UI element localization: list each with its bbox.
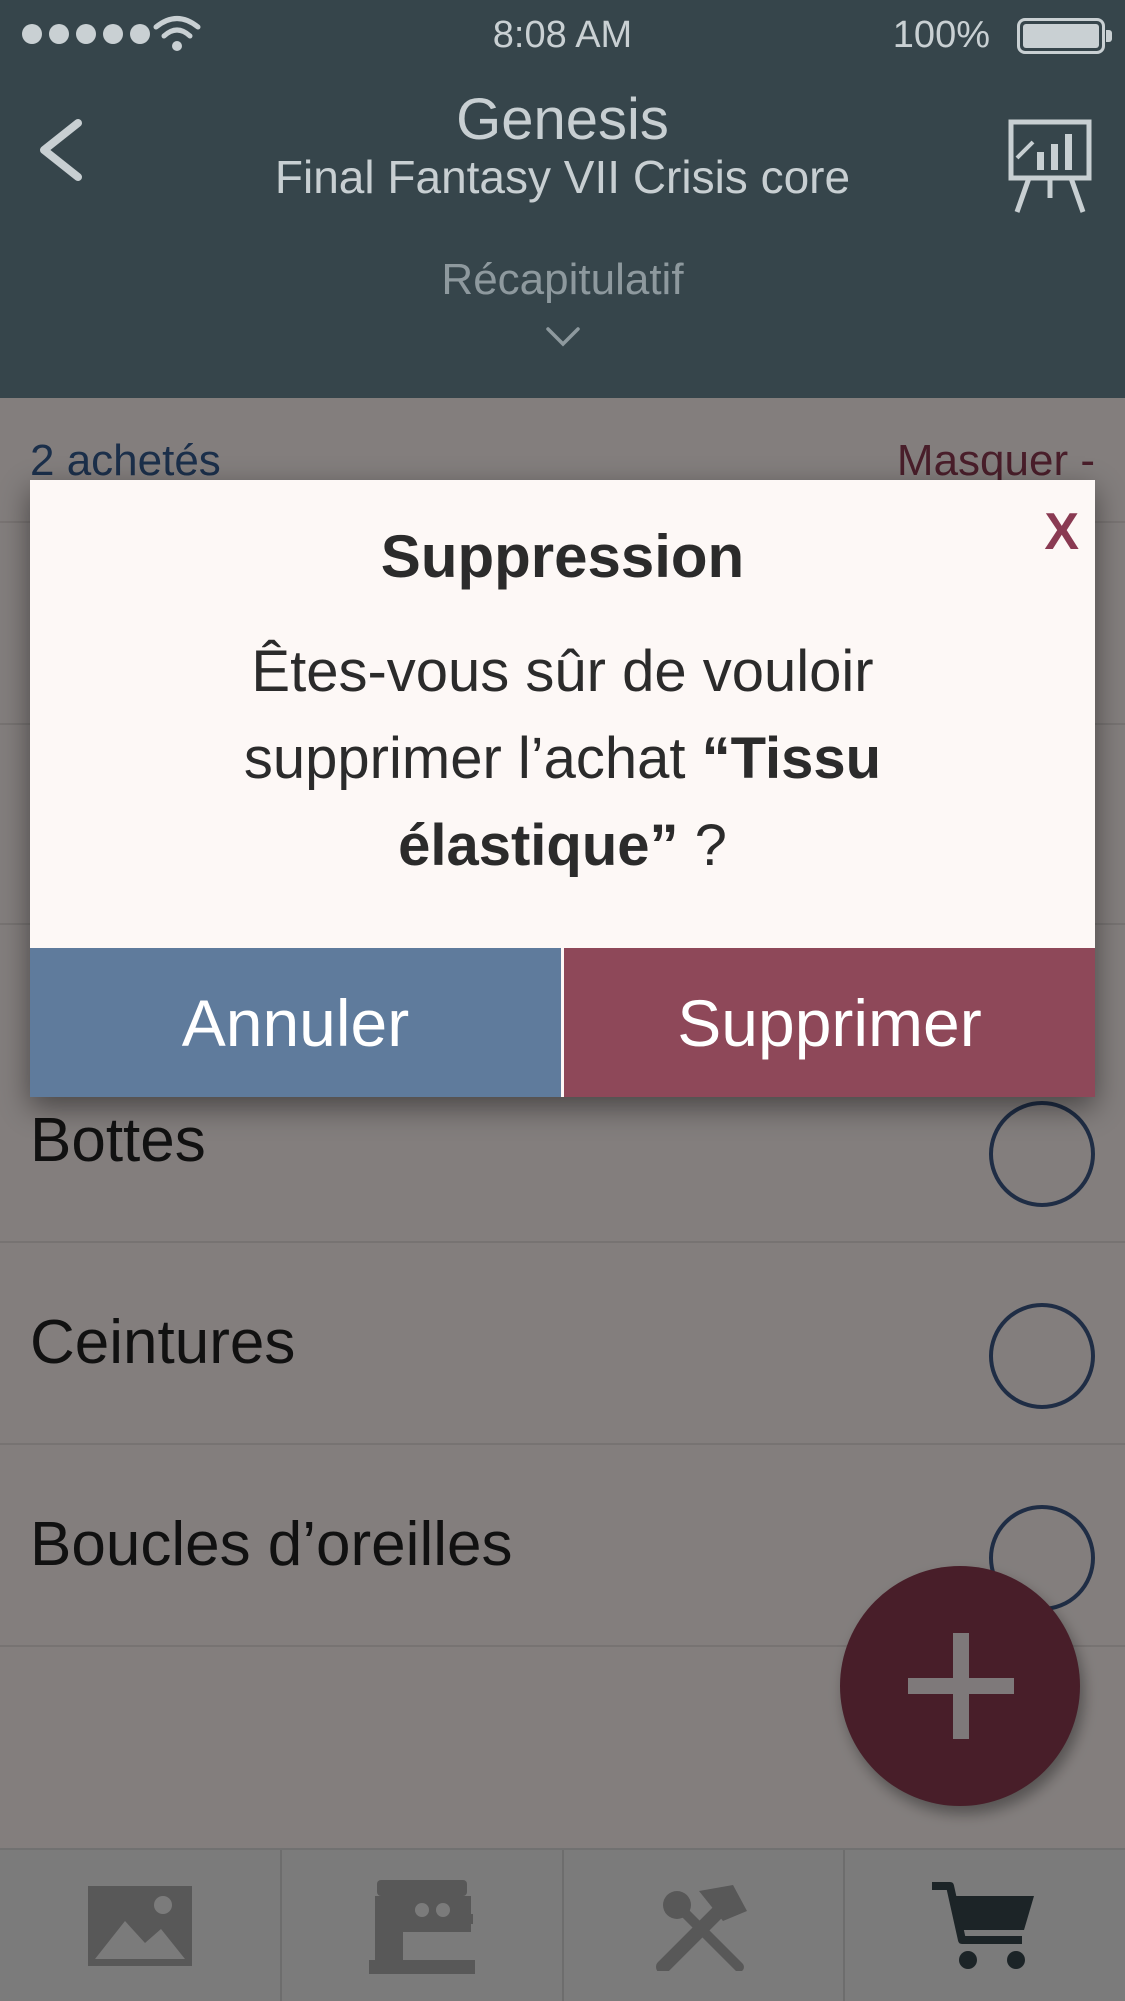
cancel-button[interactable]: Annuler	[30, 948, 561, 1097]
app-header: 8:08 AM 100% Genesis Final Fantasy VII C…	[0, 0, 1125, 398]
page-title: Genesis	[456, 87, 669, 152]
dialog-title: Suppression	[380, 523, 745, 590]
battery-percentage: 100%	[892, 14, 990, 56]
dialog-message: Êtes-vous sûr de vouloir supprimer l’ach…	[130, 628, 995, 889]
battery-icon	[1017, 18, 1112, 54]
chevron-down-icon[interactable]	[545, 325, 581, 349]
page-subtitle: Final Fantasy VII Crisis core	[274, 151, 851, 203]
presentation-chart-icon[interactable]	[1007, 118, 1093, 214]
status-bar: 8:08 AM 100%	[0, 0, 1125, 70]
message-suffix: ?	[678, 813, 727, 878]
section-selector[interactable]: Récapitulatif	[0, 255, 1125, 305]
close-button[interactable]: X	[1044, 502, 1079, 562]
delete-confirmation-dialog: Suppression X Êtes-vous sûr de vouloir s…	[30, 480, 1095, 1097]
delete-button[interactable]: Supprimer	[564, 948, 1095, 1097]
